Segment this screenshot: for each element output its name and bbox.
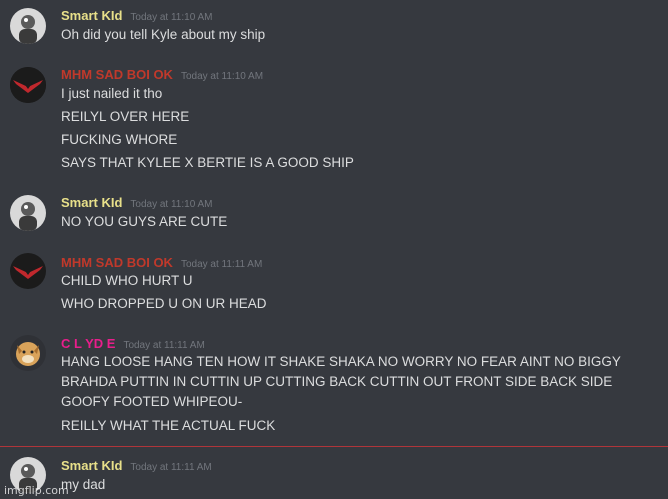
chat-messages: Smart KId Today at 11:10 AM Oh did you te… xyxy=(0,0,668,499)
timestamp: Today at 11:10 AM xyxy=(130,12,213,23)
message-header: MHM SAD BOI OK Today at 11:11 AM xyxy=(61,254,262,272)
new-messages-divider xyxy=(0,446,668,447)
author-name[interactable]: C L YD E xyxy=(61,336,115,351)
author-name[interactable]: MHM SAD BOI OK xyxy=(61,255,173,270)
message-text: WHO DROPPED U ON UR HEAD xyxy=(61,296,267,311)
author-name[interactable]: Smart KId xyxy=(61,8,122,23)
message-header: C L YD E Today at 11:11 AM xyxy=(61,335,205,353)
message-header: Smart KId Today at 11:10 AM xyxy=(61,7,213,25)
message-text: FUCKING WHORE xyxy=(61,132,178,147)
author-name[interactable]: Smart KId xyxy=(61,458,122,473)
timestamp: Today at 11:11 AM xyxy=(130,462,212,473)
avatar-smart-kid[interactable] xyxy=(10,195,46,231)
message-text: SAYS THAT KYLEE X BERTIE IS A GOOD SHIP xyxy=(61,155,354,170)
avatar-clyde[interactable] xyxy=(10,335,46,371)
message-text: CHILD WHO HURT U xyxy=(61,273,193,288)
message-text: REILLY WHAT THE ACTUAL FUCK xyxy=(61,418,276,433)
message-header: Smart KId Today at 11:10 AM xyxy=(61,194,213,212)
watermark: imgflip.com xyxy=(4,484,69,497)
avatar-mhm-sad-boi[interactable] xyxy=(10,253,46,289)
message-header: MHM SAD BOI OK Today at 11:10 AM xyxy=(61,66,263,84)
message-text: HANG LOOSE HANG TEN HOW IT SHAKE SHAKA N… xyxy=(61,354,621,409)
message-text: I just nailed it tho xyxy=(61,86,163,101)
timestamp: Today at 11:11 AM xyxy=(123,340,205,351)
timestamp: Today at 11:10 AM xyxy=(180,71,264,82)
message-text: Oh did you tell Kyle about my ship xyxy=(61,27,266,42)
message-header: Smart KId Today at 11:11 AM xyxy=(61,457,212,475)
author-name[interactable]: MHM SAD BOI OK xyxy=(61,67,173,82)
timestamp: Today at 11:10 AM xyxy=(130,199,213,210)
avatar-smart-kid[interactable] xyxy=(10,8,46,44)
message-text: NO YOU GUYS ARE CUTE xyxy=(61,214,228,229)
avatar-mhm-sad-boi[interactable] xyxy=(10,67,46,103)
author-name[interactable]: Smart KId xyxy=(61,195,122,210)
message-text: REILYL OVER HERE xyxy=(61,109,190,124)
timestamp: Today at 11:11 AM xyxy=(180,259,263,270)
